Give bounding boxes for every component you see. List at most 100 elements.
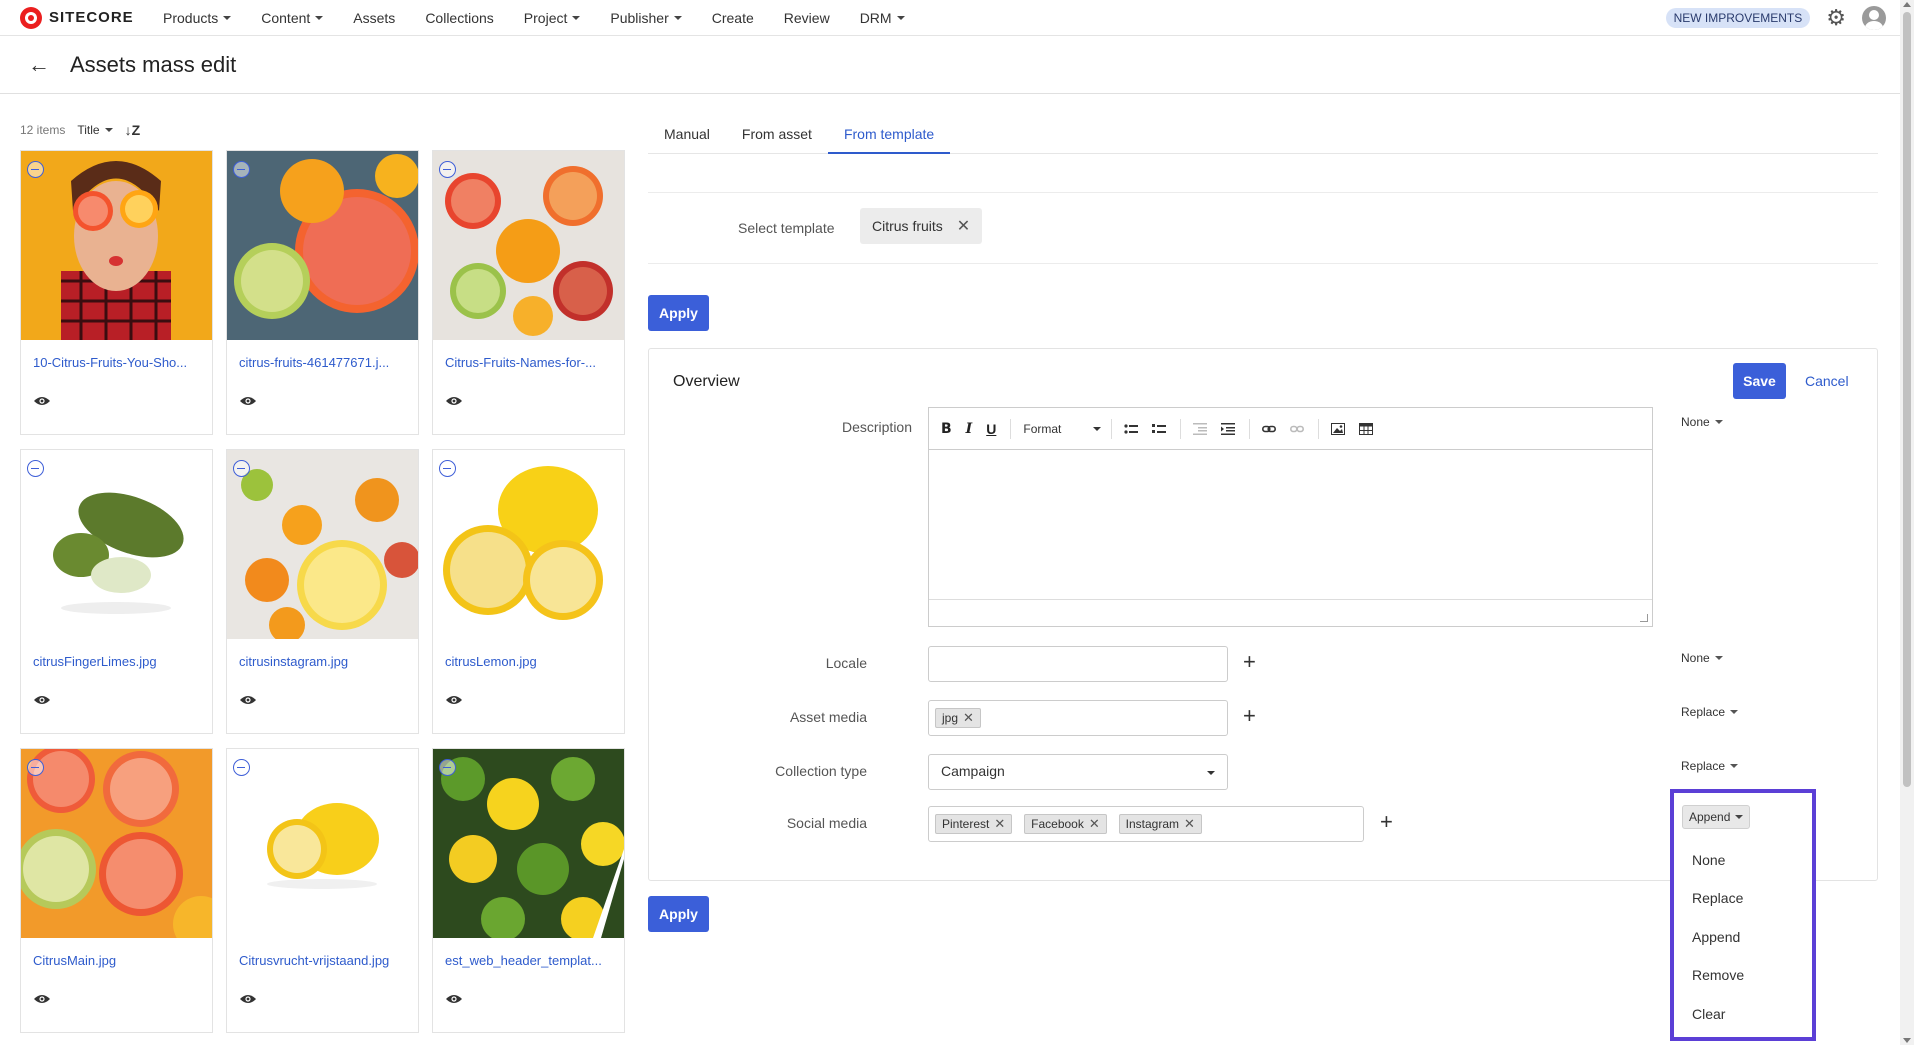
selected-template-chip[interactable]: Citrus fruits ✕ bbox=[860, 208, 983, 244]
tab-from-asset[interactable]: From asset bbox=[726, 120, 828, 154]
asset-card[interactable]: est_web_header_templat... bbox=[432, 748, 625, 1033]
editor-body[interactable] bbox=[929, 450, 1652, 600]
collection-type-select[interactable]: Campaign bbox=[928, 754, 1228, 790]
nav-item-collections[interactable]: Collections bbox=[425, 10, 493, 26]
remove-chip-icon[interactable]: ✕ bbox=[1089, 816, 1100, 832]
tab-manual[interactable]: Manual bbox=[648, 120, 726, 154]
nav-item-review[interactable]: Review bbox=[784, 10, 830, 26]
image-icon[interactable] bbox=[1331, 422, 1346, 435]
remove-chip-icon[interactable]: ✕ bbox=[994, 816, 1005, 832]
bullet-list-icon[interactable] bbox=[1124, 423, 1139, 435]
asset-filename[interactable]: citrusinstagram.jpg bbox=[239, 654, 407, 669]
preview-eye-icon[interactable] bbox=[33, 993, 51, 1005]
asset-filename[interactable]: est_web_header_templat... bbox=[445, 953, 613, 968]
scroll-up-icon[interactable] bbox=[1903, 2, 1911, 7]
vertical-scrollbar[interactable] bbox=[1900, 0, 1914, 1045]
locale-input[interactable] bbox=[928, 646, 1228, 682]
asset-card[interactable]: citrus-fruits-461477671.j... bbox=[226, 150, 419, 435]
save-button[interactable]: Save bbox=[1733, 363, 1786, 399]
preview-eye-icon[interactable] bbox=[239, 395, 257, 407]
social-media-mode-toggle[interactable]: Append bbox=[1682, 805, 1751, 829]
outdent-icon[interactable] bbox=[1193, 422, 1208, 435]
social-chip-instagram[interactable]: Instagram ✕ bbox=[1118, 814, 1202, 834]
collection-type-mode-dropdown[interactable]: Replace bbox=[1681, 759, 1739, 773]
remove-asset-icon[interactable] bbox=[27, 759, 44, 776]
apply-button-bottom[interactable]: Apply bbox=[648, 896, 709, 932]
description-mode-dropdown[interactable]: None bbox=[1681, 415, 1723, 429]
unlink-icon[interactable] bbox=[1290, 423, 1305, 435]
bold-icon[interactable]: B bbox=[941, 421, 952, 437]
mode-option-replace[interactable]: Replace bbox=[1692, 890, 1743, 906]
nav-item-content[interactable]: Content bbox=[261, 10, 324, 26]
indent-icon[interactable] bbox=[1221, 422, 1236, 435]
locale-mode-dropdown[interactable]: None bbox=[1681, 651, 1723, 665]
nav-item-project[interactable]: Project bbox=[524, 10, 581, 26]
mode-option-append[interactable]: Append bbox=[1692, 929, 1740, 945]
asset-media-mode-dropdown[interactable]: Replace bbox=[1681, 705, 1739, 719]
remove-asset-icon[interactable] bbox=[439, 161, 456, 178]
preview-eye-icon[interactable] bbox=[445, 395, 463, 407]
asset-filename[interactable]: citrus-fruits-461477671.j... bbox=[239, 355, 407, 370]
preview-eye-icon[interactable] bbox=[239, 694, 257, 706]
back-arrow-icon[interactable]: ← bbox=[28, 52, 50, 78]
numbered-list-icon[interactable] bbox=[1152, 423, 1167, 435]
asset-filename[interactable]: citrusLemon.jpg bbox=[445, 654, 613, 669]
asset-card[interactable]: citrusLemon.jpg bbox=[432, 449, 625, 734]
remove-asset-icon[interactable] bbox=[233, 161, 250, 178]
asset-thumbnail-finger-limes[interactable] bbox=[21, 450, 212, 639]
remove-asset-icon[interactable] bbox=[27, 460, 44, 477]
asset-thumbnail-lemon-isolated[interactable] bbox=[227, 749, 418, 938]
mode-option-none[interactable]: None bbox=[1692, 852, 1725, 868]
asset-media-input[interactable]: jpg ✕ bbox=[928, 700, 1228, 736]
asset-thumbnail-grapefruit[interactable] bbox=[227, 151, 418, 340]
asset-card[interactable]: citrusFingerLimes.jpg bbox=[20, 449, 213, 734]
settings-gear-icon[interactable]: ⚙ bbox=[1826, 5, 1846, 31]
nav-item-create[interactable]: Create bbox=[712, 10, 754, 26]
preview-eye-icon[interactable] bbox=[239, 993, 257, 1005]
underline-icon[interactable]: U bbox=[986, 421, 996, 437]
preview-eye-icon[interactable] bbox=[445, 694, 463, 706]
cancel-button[interactable]: Cancel bbox=[1805, 373, 1849, 389]
format-dropdown[interactable]: Format bbox=[1023, 422, 1102, 436]
asset-card[interactable]: 10-Citrus-Fruits-You-Sho... bbox=[20, 150, 213, 435]
asset-card[interactable]: Citrusvrucht-vrijstaand.jpg bbox=[226, 748, 419, 1033]
remove-asset-icon[interactable] bbox=[233, 759, 250, 776]
preview-eye-icon[interactable] bbox=[33, 694, 51, 706]
user-avatar-icon[interactable] bbox=[1862, 6, 1886, 30]
new-improvements-badge[interactable]: NEW IMPROVEMENTS bbox=[1665, 8, 1811, 28]
remove-chip-icon[interactable]: ✕ bbox=[1184, 816, 1195, 832]
description-editor[interactable]: B I U Format bbox=[928, 407, 1653, 627]
nav-item-publisher[interactable]: Publisher bbox=[610, 10, 682, 26]
asset-filename[interactable]: 10-Citrus-Fruits-You-Sho... bbox=[33, 355, 201, 370]
remove-asset-icon[interactable] bbox=[439, 460, 456, 477]
remove-asset-icon[interactable] bbox=[439, 759, 456, 776]
social-media-input[interactable]: Pinterest ✕ Facebook ✕ Instagram ✕ bbox=[928, 806, 1364, 842]
nav-item-drm[interactable]: DRM bbox=[860, 10, 905, 26]
mode-option-remove[interactable]: Remove bbox=[1692, 967, 1744, 983]
table-icon[interactable] bbox=[1359, 422, 1374, 435]
asset-thumbnail-citrus-slices[interactable] bbox=[21, 749, 212, 938]
asset-filename[interactable]: Citrusvrucht-vrijstaand.jpg bbox=[239, 953, 407, 968]
sort-dropdown[interactable]: Title bbox=[77, 123, 113, 137]
scroll-down-icon[interactable] bbox=[1903, 1038, 1911, 1043]
remove-template-icon[interactable]: ✕ bbox=[957, 216, 970, 236]
preview-eye-icon[interactable] bbox=[33, 395, 51, 407]
nav-item-assets[interactable]: Assets bbox=[353, 10, 395, 26]
sitecore-logo[interactable]: SITECORE bbox=[20, 6, 150, 29]
sort-az-icon[interactable]: ↓Z bbox=[125, 122, 141, 138]
remove-asset-icon[interactable] bbox=[27, 161, 44, 178]
link-icon[interactable] bbox=[1262, 423, 1277, 435]
nav-item-products[interactable]: Products bbox=[163, 10, 232, 26]
resize-handle-icon[interactable] bbox=[1640, 614, 1648, 622]
asset-thumbnail-limes-lemons[interactable] bbox=[433, 749, 624, 938]
asset-filename[interactable]: Citrus-Fruits-Names-for-... bbox=[445, 355, 613, 370]
italic-icon[interactable]: I bbox=[966, 421, 973, 437]
asset-card[interactable]: citrusinstagram.jpg bbox=[226, 449, 419, 734]
remove-chip-icon[interactable]: ✕ bbox=[963, 710, 974, 726]
asset-card[interactable]: CitrusMain.jpg bbox=[20, 748, 213, 1033]
preview-eye-icon[interactable] bbox=[445, 993, 463, 1005]
social-chip-pinterest[interactable]: Pinterest ✕ bbox=[935, 814, 1013, 834]
asset-filename[interactable]: CitrusMain.jpg bbox=[33, 953, 201, 968]
add-locale-plus-icon[interactable]: + bbox=[1243, 649, 1256, 675]
social-chip-facebook[interactable]: Facebook ✕ bbox=[1024, 814, 1107, 834]
